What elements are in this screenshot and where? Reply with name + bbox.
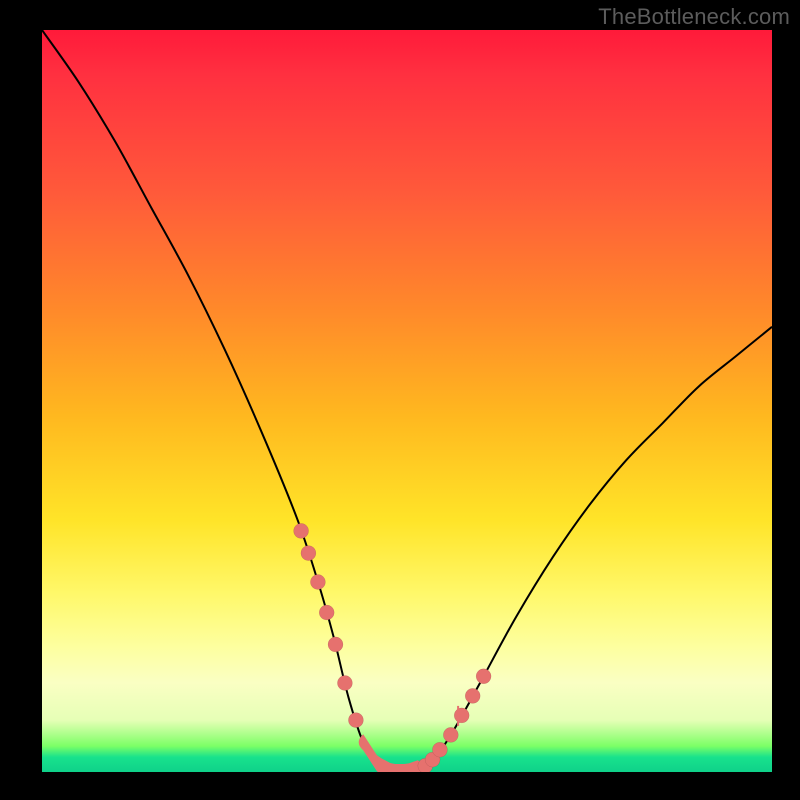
bead	[301, 546, 316, 561]
bead	[328, 637, 343, 652]
bead	[454, 708, 469, 723]
watermark-text: TheBottleneck.com	[598, 4, 790, 30]
bottom-blob	[359, 734, 423, 772]
curve-svg	[42, 30, 772, 772]
bead	[337, 676, 352, 691]
bottleneck-curve	[42, 30, 772, 772]
bead	[294, 523, 309, 538]
bead	[310, 575, 325, 590]
bead	[443, 727, 458, 742]
chart-frame: TheBottleneck.com	[0, 0, 800, 800]
left-beads	[294, 523, 364, 727]
bead	[432, 742, 447, 757]
bead	[476, 669, 491, 684]
plot-area	[42, 30, 772, 772]
bead	[465, 688, 480, 703]
bead	[348, 713, 363, 728]
bead	[319, 605, 334, 620]
